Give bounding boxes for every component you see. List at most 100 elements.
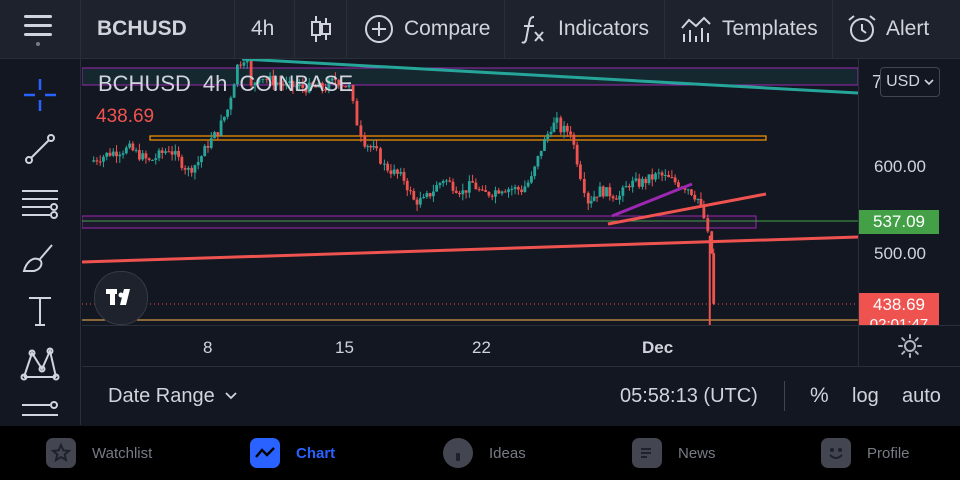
hamburger-menu-icon[interactable]	[22, 0, 58, 58]
percent-scale-toggle[interactable]: %	[810, 367, 829, 425]
candle-body	[193, 165, 197, 173]
candlestick-icon[interactable]	[310, 0, 332, 58]
candle-body	[605, 187, 608, 197]
legend-symbol: BCHUSD	[98, 71, 191, 96]
candle-body	[216, 132, 220, 136]
price-axis[interactable]: 7 USD 600.00 500.00 537.09 438.69 02:01:…	[858, 59, 960, 325]
candle-body	[454, 190, 458, 193]
candle-body	[608, 187, 612, 197]
candle-body	[481, 189, 484, 191]
time-axis[interactable]: 8 15 22 Dec	[82, 325, 858, 366]
candle-body	[196, 162, 200, 166]
divider	[784, 381, 785, 411]
top-toolbar: BCHUSD 4h Compare Indicators Templates A…	[0, 0, 960, 59]
utc-clock[interactable]: 05:58:13 (UTC)	[620, 367, 758, 425]
candle-body	[474, 182, 478, 190]
templates-button[interactable]: Templates	[680, 0, 818, 58]
templates-icon	[680, 14, 712, 44]
candle-body	[170, 151, 174, 155]
candle-body	[115, 151, 118, 157]
auto-scale-toggle[interactable]: auto	[902, 367, 941, 425]
candle-body	[647, 174, 651, 184]
tradingview-logo	[94, 271, 148, 325]
candle-body	[539, 150, 543, 157]
candle-body	[618, 195, 621, 200]
candle-body	[428, 193, 432, 197]
candle-body	[363, 135, 367, 147]
bottom-navigation: Watchlist Chart Ideas News Profile	[0, 426, 960, 480]
candle-body	[422, 197, 425, 199]
candle-body	[372, 146, 376, 148]
date-range-button[interactable]: Date Range	[108, 367, 237, 425]
candle-body	[425, 193, 429, 198]
candle-body	[487, 191, 491, 196]
candle-body	[187, 167, 190, 170]
indicators-button[interactable]: Indicators	[520, 0, 649, 58]
candle-body	[108, 152, 112, 156]
text-tool-icon[interactable]	[16, 289, 64, 333]
candle-body	[409, 190, 412, 192]
legend-interval: 4h	[202, 71, 228, 96]
candle-body	[124, 147, 128, 154]
pattern-icon[interactable]	[16, 343, 64, 387]
compare-label: Compare	[404, 17, 491, 40]
candle-body	[510, 189, 514, 191]
nav-watchlist[interactable]: Watchlist	[46, 426, 152, 480]
candle-body	[657, 172, 661, 174]
candle-body	[134, 150, 138, 152]
candle-body	[552, 122, 556, 132]
alert-button[interactable]: Alert	[846, 0, 929, 58]
nav-news[interactable]: News	[632, 426, 716, 480]
chart-settings-button[interactable]	[858, 325, 960, 366]
measure-icon[interactable]	[16, 397, 64, 417]
candle-body	[167, 151, 171, 153]
crosshair-icon[interactable]	[16, 73, 64, 117]
nav-label: News	[678, 444, 716, 462]
candle-body	[111, 151, 115, 156]
time-label-22: 22	[472, 338, 491, 357]
price-label-600: 600.00	[874, 157, 926, 176]
candle-body	[654, 173, 657, 180]
brush-icon[interactable]	[16, 235, 64, 279]
candle-body	[458, 192, 461, 195]
candle-body	[157, 150, 161, 159]
time-label-15: 15	[335, 338, 354, 357]
compare-button[interactable]: Compare	[364, 0, 490, 58]
candle-body	[579, 164, 582, 179]
currency-label: USD	[886, 73, 920, 90]
price-chart	[82, 59, 858, 325]
nav-ideas[interactable]: Ideas	[443, 426, 526, 480]
candle-body	[359, 125, 363, 136]
nav-chart[interactable]: Chart	[250, 426, 335, 480]
candle-body	[673, 177, 677, 183]
candle-body	[686, 189, 690, 191]
function-icon	[520, 14, 546, 44]
candle-body	[405, 180, 409, 191]
nav-label: Ideas	[489, 444, 526, 462]
trend-line-icon[interactable]	[16, 127, 64, 171]
nav-profile[interactable]: Profile	[821, 426, 910, 480]
candle-body	[526, 182, 530, 187]
log-scale-toggle[interactable]: log	[852, 367, 879, 425]
candle-body	[586, 192, 590, 204]
last-price-badge: 438.69 02:01:47	[859, 293, 939, 325]
time-label-dec: Dec	[642, 338, 674, 357]
candle-body	[131, 143, 135, 151]
candle-body	[520, 189, 523, 193]
interval-button[interactable]: 4h	[251, 0, 274, 58]
alert-label: Alert	[886, 17, 930, 40]
candle-body	[461, 190, 465, 195]
candle-body	[177, 150, 180, 157]
fib-retracement-icon[interactable]	[16, 181, 64, 225]
last-price-badge-value: 438.69	[873, 295, 925, 314]
currency-select[interactable]: USD	[880, 67, 940, 97]
candle-body	[624, 186, 628, 188]
candle-body	[451, 181, 455, 191]
trendline-red-lower	[82, 235, 858, 264]
candle-body	[637, 178, 641, 187]
candle-body	[383, 163, 386, 165]
drawing-toolbar	[0, 59, 81, 425]
symbol-search-button[interactable]: BCHUSD	[97, 0, 187, 58]
chart-pane[interactable]: BCHUSD 4h COINBASE 438.69	[82, 59, 858, 325]
candle-body	[402, 172, 406, 181]
